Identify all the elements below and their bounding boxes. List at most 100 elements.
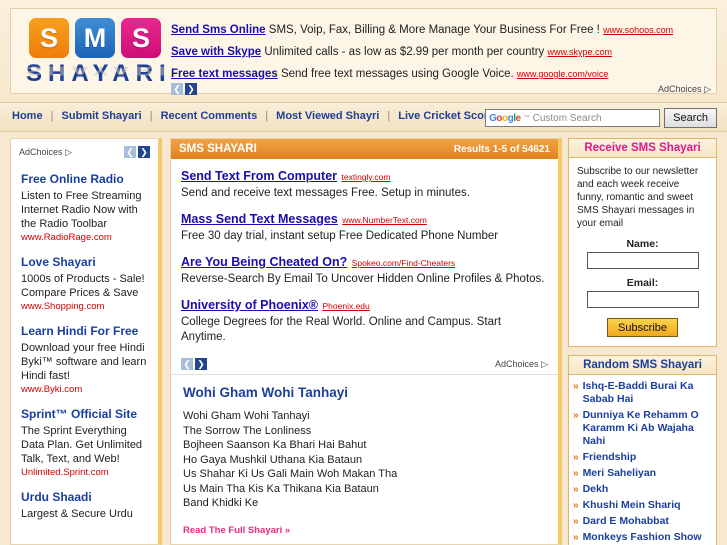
name-input[interactable]: [586, 252, 699, 269]
list-item[interactable]: » Khushi Mein Shariq: [573, 499, 710, 512]
nav-separator: |: [265, 110, 269, 122]
left-ad-4[interactable]: Sprint™ Official Site The Sprint Everyth…: [11, 407, 158, 478]
list-item[interactable]: » Monkeys Fashion Show: [573, 531, 710, 544]
list-item[interactable]: » Dard E Mohabbat: [573, 515, 710, 528]
list-item[interactable]: » Friendship: [573, 451, 710, 464]
nav-item-live-cricket-score[interactable]: Live Cricket Score: [398, 110, 494, 122]
top-ad-2-url[interactable]: www.skype.com: [548, 47, 613, 57]
results-count: Results 1-5 of 54621: [453, 143, 550, 155]
adchoices-left[interactable]: AdChoices ▷: [19, 147, 72, 158]
random-shayari-link[interactable]: Ishq-E-Baddi Burai Ka Sabab Hai: [583, 380, 710, 406]
left-ad-3-url[interactable]: www.Byki.com: [21, 384, 148, 395]
left-ad-3[interactable]: Learn Hindi For Free Download your free …: [11, 324, 158, 395]
chevron-left-icon[interactable]: ❮: [181, 358, 193, 370]
left-ad-5[interactable]: Urdu Shaadi Largest & Secure Urdu: [11, 490, 158, 521]
shayari-line: Bojheen Saanson Ka Bhari Hai Bahut: [183, 439, 367, 451]
header-inner: S M S SHAYARI SHAYARI Send Sms Online SM…: [10, 8, 717, 95]
name-field-label: Name:: [626, 238, 659, 250]
top-ad-2-title[interactable]: Save with Skype: [171, 46, 261, 58]
list-item[interactable]: » Ishq-E-Baddi Burai Ka Sabab Hai: [573, 380, 710, 406]
adchoices-main[interactable]: AdChoices ▷: [495, 359, 548, 370]
main-ad-3-body: Reverse-Search By Email To Uncover Hidde…: [181, 273, 545, 285]
list-item[interactable]: » Dunniya Ke Rehamm O Karamm Ki Ab Wajah…: [573, 409, 710, 448]
left-ad-2-url[interactable]: www.Shopping.com: [21, 301, 148, 312]
bullet-icon: »: [573, 516, 579, 527]
shayari-title[interactable]: Wohi Gham Wohi Tanhayi: [183, 385, 546, 400]
main-ad-4-title[interactable]: University of Phoenix®: [181, 298, 318, 312]
nav-item-home[interactable]: Home: [12, 110, 43, 122]
nav-item-most-viewed-shayri[interactable]: Most Viewed Shayri: [276, 110, 379, 122]
read-full-shayari-link[interactable]: Read The Full Shayari »: [183, 525, 546, 536]
search-button[interactable]: Search: [664, 108, 717, 128]
left-ad-1[interactable]: Free Online Radio Listen to Free Streami…: [11, 172, 158, 243]
left-ad-5-title[interactable]: Urdu Shaadi: [21, 490, 148, 505]
adchoices-left-icon: ▷: [65, 146, 72, 157]
list-item[interactable]: » Meri Saheliyan: [573, 467, 710, 480]
left-ad-4-url[interactable]: Unlimited.Sprint.com: [21, 467, 148, 478]
site-header: S M S SHAYARI SHAYARI Send Sms Online SM…: [0, 0, 727, 102]
main-ad-3[interactable]: Are You Being Cheated On? Spokeo.com/Fin…: [181, 253, 548, 287]
main-ad-1-url[interactable]: textingly.com: [341, 172, 390, 182]
logo-letter-m: M: [75, 18, 115, 58]
left-ad-2[interactable]: Love Shayari 1000s of Products - Sale! C…: [11, 255, 158, 312]
random-shayari-link[interactable]: Dard E Mohabbat: [583, 515, 669, 528]
main-ad-2-title[interactable]: Mass Send Text Messages: [181, 212, 338, 226]
random-shayari-link[interactable]: Khushi Mein Shariq: [583, 499, 681, 512]
site-logo[interactable]: S M S SHAYARI SHAYARI: [19, 15, 172, 93]
adchoices-main-icon: ▷: [541, 358, 548, 369]
adchoices-main-label: AdChoices: [495, 358, 539, 369]
top-ad-1-title[interactable]: Send Sms Online: [171, 24, 266, 36]
top-ad-1-url[interactable]: www.sohoos.com: [603, 25, 673, 35]
chevron-right-icon[interactable]: ❯: [195, 358, 207, 370]
main-ad-4-body: College Degrees for the Real World. Onli…: [181, 316, 502, 343]
left-ad-4-title[interactable]: Sprint™ Official Site: [21, 407, 148, 422]
bullet-icon: »: [573, 532, 579, 543]
random-shayari-link[interactable]: Dekh: [583, 483, 609, 496]
main-content: SMS SHAYARI Results 1-5 of 54621 Send Te…: [170, 138, 562, 545]
nav-item-submit-shayari[interactable]: Submit Shayari: [62, 110, 142, 122]
subscribe-button[interactable]: Subscribe: [607, 318, 678, 337]
left-ad-1-title[interactable]: Free Online Radio: [21, 172, 148, 187]
top-ad-3[interactable]: Free text messages Send free text messag…: [171, 67, 711, 81]
list-item[interactable]: » Dekh: [573, 483, 710, 496]
logo-letter-boxes: S M S: [29, 18, 161, 58]
top-ad-3-url[interactable]: www.google.com/voice: [517, 69, 609, 79]
left-ad-2-body: 1000s of Products - Sale! Compare Prices…: [21, 273, 145, 299]
nav-item-recent-comments[interactable]: Recent Comments: [161, 110, 258, 122]
top-ad-3-title[interactable]: Free text messages: [171, 68, 278, 80]
top-ad-2[interactable]: Save with Skype Unlimited calls - as low…: [171, 45, 711, 59]
right-sidebar: Receive SMS Shayari Subscribe to our new…: [568, 138, 717, 545]
search-input[interactable]: Google ™ Custom Search: [485, 109, 661, 127]
random-shayari-link[interactable]: Meri Saheliyan: [583, 467, 657, 480]
main-ad-2[interactable]: Mass Send Text Messages www.NumberText.c…: [181, 210, 548, 244]
chevron-right-icon[interactable]: ❯: [138, 146, 150, 158]
main-ad-2-url[interactable]: www.NumberText.com: [342, 215, 427, 225]
main-ad-4-url[interactable]: Phoenix.edu: [322, 301, 369, 311]
main-ad-block: Send Text From Computer textingly.com Se…: [171, 159, 558, 358]
main-ad-3-title[interactable]: Are You Being Cheated On?: [181, 255, 347, 269]
nav-separator: |: [387, 110, 391, 122]
top-ad-1-body: SMS, Voip, Fax, Billing & More Manage Yo…: [268, 24, 600, 36]
left-ad-1-url[interactable]: www.RadioRage.com: [21, 232, 148, 243]
bullet-icon: »: [573, 500, 579, 511]
adchoices-top[interactable]: AdChoices ▷: [658, 84, 711, 95]
main-ad-1-title[interactable]: Send Text From Computer: [181, 169, 337, 183]
left-ad-2-title[interactable]: Love Shayari: [21, 255, 148, 270]
chevron-right-icon[interactable]: ❯: [185, 83, 197, 95]
main-ad-4[interactable]: University of Phoenix® Phoenix.edu Colle…: [181, 296, 548, 345]
left-ad-3-title[interactable]: Learn Hindi For Free: [21, 324, 148, 339]
random-shayari-link[interactable]: Monkeys Fashion Show: [583, 531, 702, 544]
subscribe-panel-header: Receive SMS Shayari: [569, 139, 716, 158]
main-ad-1[interactable]: Send Text From Computer textingly.com Se…: [181, 167, 548, 201]
chevron-left-icon[interactable]: ❮: [171, 83, 183, 95]
random-shayari-link[interactable]: Dunniya Ke Rehamm O Karamm Ki Ab Wajaha …: [583, 409, 710, 448]
main-ad-3-url[interactable]: Spokeo.com/Find-Cheaters: [352, 258, 455, 268]
top-ad-pager: ❮ ❯: [171, 83, 197, 95]
random-shayari-link[interactable]: Friendship: [583, 451, 637, 464]
top-ad-1[interactable]: Send Sms Online SMS, Voip, Fax, Billing …: [171, 23, 711, 37]
google-logo-icon: Google: [489, 112, 521, 124]
shayari-line: Ho Gaya Mushkil Uthana Kia Bataun: [183, 453, 363, 466]
chevron-left-icon[interactable]: ❮: [124, 146, 136, 158]
top-ad-block: Send Sms Online SMS, Voip, Fax, Billing …: [171, 23, 711, 89]
email-input[interactable]: [586, 291, 699, 308]
